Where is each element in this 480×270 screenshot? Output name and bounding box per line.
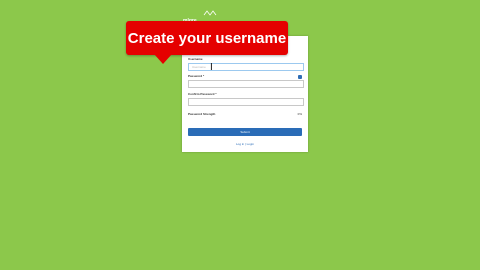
confirm-password-label: Confirm Password * bbox=[188, 92, 217, 96]
callout-pointer bbox=[154, 54, 172, 64]
password-label: Password * bbox=[188, 74, 205, 78]
username-label: Username bbox=[188, 57, 203, 61]
login-link[interactable]: Log in | Login bbox=[182, 142, 308, 146]
password-strength-label: Password Strength bbox=[188, 112, 216, 116]
submit-button[interactable]: Submit bbox=[188, 128, 302, 136]
username-input[interactable]: Username bbox=[188, 63, 304, 71]
show-password-icon[interactable] bbox=[298, 75, 302, 79]
logo: mlgre bbox=[183, 9, 217, 24]
password-strength-value: 0% bbox=[297, 112, 302, 116]
logo-mark-icon bbox=[203, 10, 217, 16]
username-placeholder: Username bbox=[192, 65, 206, 69]
instruction-callout: Create your username bbox=[126, 21, 288, 55]
password-input[interactable] bbox=[188, 80, 304, 88]
text-cursor-icon: I bbox=[210, 62, 213, 73]
confirm-password-input[interactable] bbox=[188, 98, 304, 106]
